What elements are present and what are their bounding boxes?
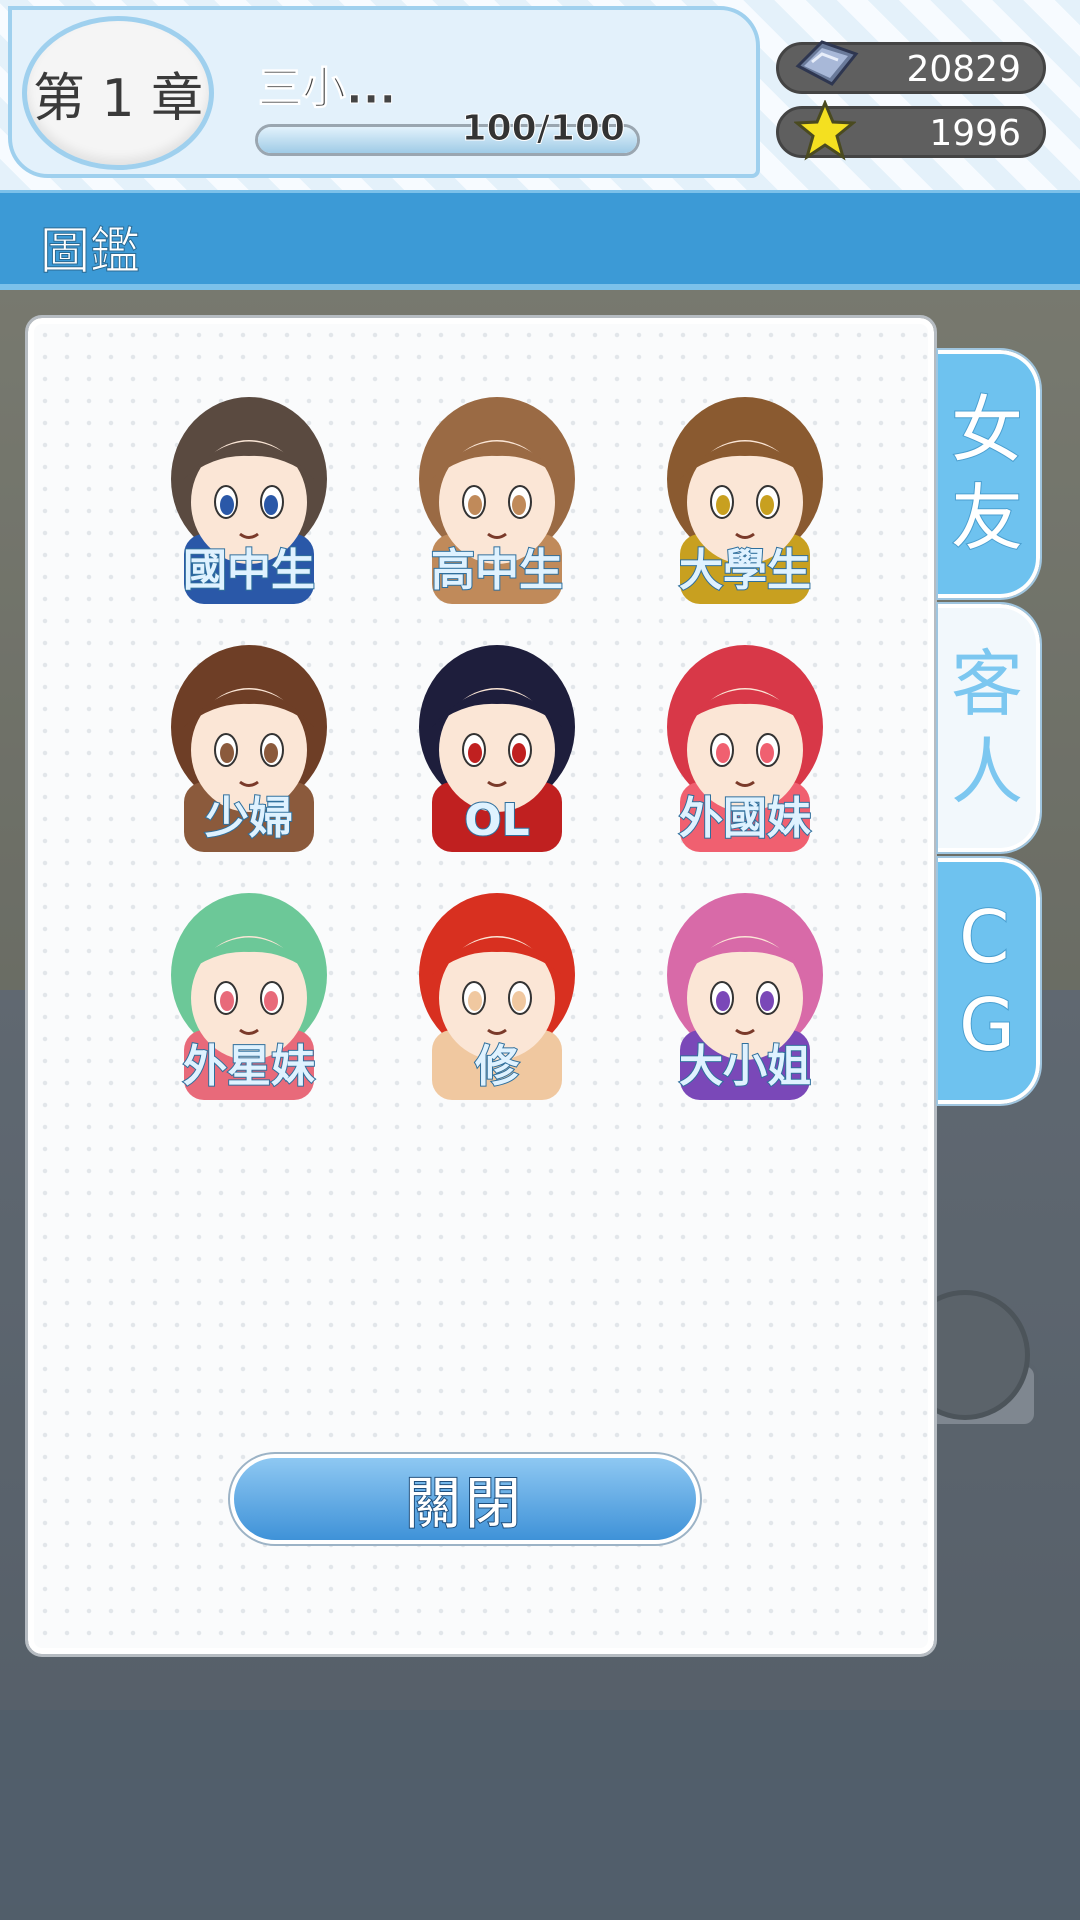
character-card-young-lady[interactable]: 大小姐 (630, 880, 860, 1100)
character-card-foreign-girl[interactable]: 外國妹 (630, 632, 860, 852)
character-card-shu[interactable]: 修 (382, 880, 612, 1100)
gem-count: 20829 (906, 49, 1021, 90)
character-label: 大小姐 (678, 1040, 812, 1093)
tab-cg[interactable]: CG (936, 856, 1042, 1106)
chapter-badge: 第 1 章 (22, 16, 214, 170)
tab-girlfriend-label: 女友 (950, 387, 1024, 561)
hp-text: 100/100 (461, 108, 625, 150)
close-button-label: 關閉 (404, 1471, 525, 1538)
star-icon (794, 100, 856, 161)
character-card-young-wife[interactable]: 少婦 (134, 632, 364, 852)
character-card-office-lady[interactable]: OL (382, 632, 612, 852)
tab-girlfriend[interactable]: 女友 (936, 348, 1042, 600)
character-label: 外國妹 (678, 792, 812, 845)
character-label: 少婦 (204, 792, 294, 845)
tab-guest-label: 客人 (950, 642, 1023, 814)
character-card-high-schooler[interactable]: 高中生 (382, 384, 612, 604)
tab-guest[interactable]: 客人 (936, 602, 1042, 854)
character-card-middle-schooler[interactable]: 國中生 (134, 384, 364, 604)
gem-icon (795, 40, 859, 86)
star-count: 1996 (929, 113, 1021, 154)
character-label: 國中生 (182, 544, 316, 597)
status-header: 第 1 章 三小... 100/100 20829 1996 (0, 0, 1080, 190)
character-card-alien-girl[interactable]: 外星妹 (134, 880, 364, 1100)
close-button[interactable]: 關閉 (228, 1452, 702, 1546)
tab-cg-label: CG (958, 894, 1016, 1068)
character-label: 高中生 (430, 544, 564, 597)
page-title: 圖鑑 (40, 222, 141, 281)
character-card-college-student[interactable]: 大學生 (630, 384, 860, 604)
page-title-bar: 圖鑑 (0, 190, 1080, 290)
character-label: OL (463, 794, 530, 847)
character-label: 修 (474, 1040, 520, 1093)
chapter-label: 第 1 章 (32, 68, 204, 129)
character-label: 外星妹 (182, 1040, 316, 1093)
character-label: 大學生 (678, 544, 812, 597)
character-name: 三小... (257, 63, 397, 115)
